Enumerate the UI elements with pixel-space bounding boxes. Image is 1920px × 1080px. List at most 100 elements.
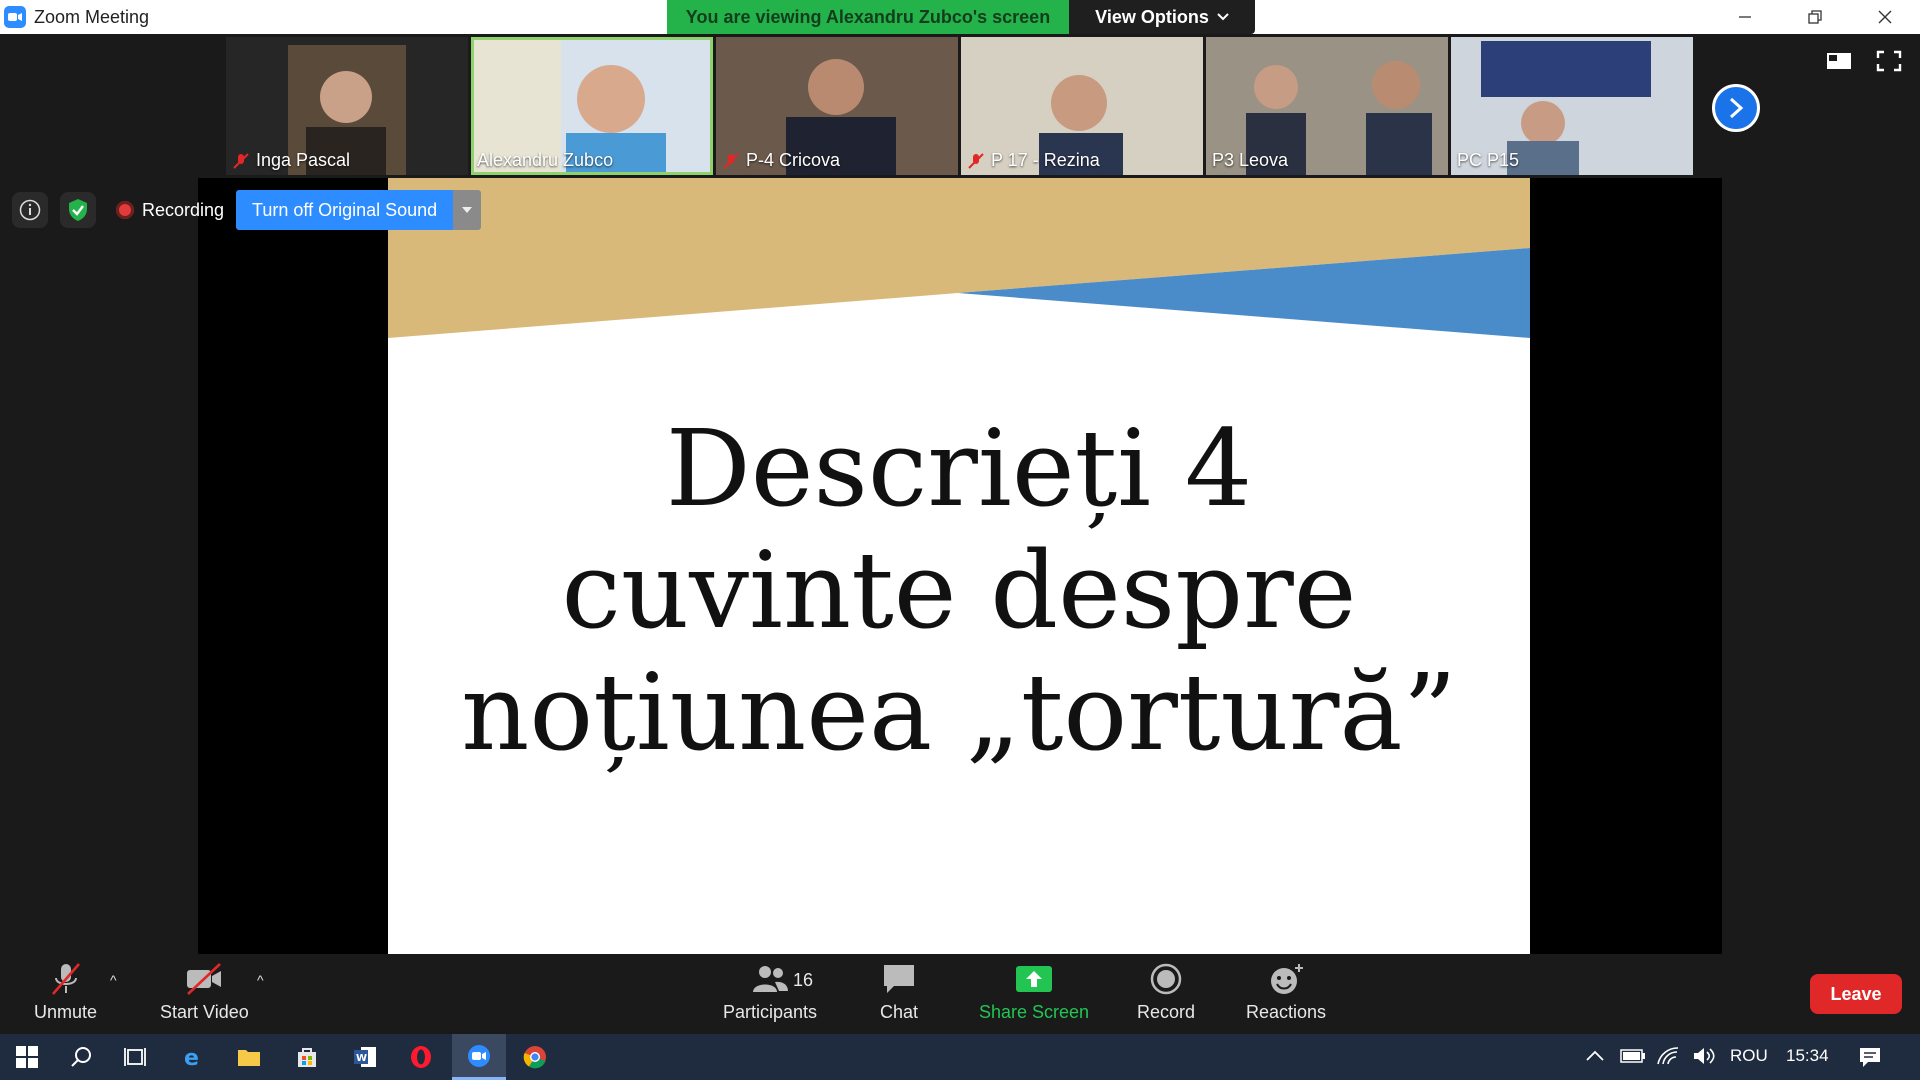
layout-switch-icon[interactable]: [1826, 50, 1852, 72]
start-button[interactable]: [0, 1034, 54, 1080]
taskbar-opera[interactable]: [394, 1034, 448, 1080]
taskbar-edge[interactable]: e: [166, 1034, 220, 1080]
shared-screen: Descrieți 4 cuvinte despre noțiunea „tor…: [198, 178, 1722, 954]
taskbar-store[interactable]: [280, 1034, 334, 1080]
participant-gallery: Inga Pascal Alexandru Zubco P-4 Cricova: [226, 37, 1693, 175]
windows-taskbar: e W ROU 15:34: [0, 1034, 1920, 1080]
leave-button[interactable]: Leave: [1810, 974, 1902, 1014]
fullscreen-icon[interactable]: [1876, 50, 1902, 72]
zoom-icon: [468, 1044, 490, 1067]
participants-icon: [753, 966, 789, 992]
original-sound-button[interactable]: Turn off Original Sound: [236, 190, 454, 230]
edge-browser-icon: e: [184, 1046, 199, 1069]
participant-name: PC P15: [1457, 150, 1520, 170]
participants-label: Participants: [723, 1002, 818, 1022]
chevron-down-icon: [1217, 13, 1229, 21]
taskbar-word[interactable]: W: [338, 1034, 392, 1080]
recording-label: Recording: [142, 199, 225, 220]
folder-icon: [238, 1050, 260, 1066]
restore-button[interactable]: [1780, 0, 1850, 34]
share-screen-label: Share Screen: [979, 1002, 1090, 1022]
slide-title: Descrieți 4 cuvinte despre noțiunea „tor…: [388, 408, 1530, 774]
participant-name: Alexandru Zubco: [477, 150, 614, 170]
reactions-icon: [1271, 964, 1304, 994]
mic-muted-icon: [233, 152, 249, 169]
share-screen-button[interactable]: Share Screen: [979, 962, 1089, 1023]
participant-tile-active-speaker[interactable]: Alexandru Zubco: [471, 37, 713, 175]
restore-icon: [1808, 10, 1822, 24]
participant-tile[interactable]: PC P15: [1451, 37, 1693, 175]
search-button[interactable]: [54, 1034, 108, 1080]
participant-name: P-4 Cricova: [746, 150, 841, 170]
slide-header-banner: [388, 178, 1530, 338]
video-off-icon: [187, 963, 222, 995]
taskbar-file-explorer[interactable]: [222, 1034, 276, 1080]
svg-text:W: W: [356, 1053, 367, 1064]
next-page-button[interactable]: [1712, 84, 1760, 132]
minimize-button[interactable]: [1710, 0, 1780, 34]
view-options-label: View Options: [1095, 6, 1209, 27]
volume-icon[interactable]: [1692, 1046, 1716, 1066]
task-view-button[interactable]: [108, 1034, 162, 1080]
slide-line: cuvinte despre: [561, 529, 1357, 652]
input-language[interactable]: ROU: [1730, 1046, 1768, 1066]
clock[interactable]: 15:34: [1786, 1046, 1829, 1066]
record-button[interactable]: Record: [1137, 962, 1195, 1023]
chat-icon: [884, 965, 915, 993]
recording-indicator-icon: [116, 201, 134, 219]
participant-tile[interactable]: P-4 Cricova: [716, 37, 958, 175]
opera-icon: [411, 1046, 431, 1068]
reactions-button[interactable]: Reactions: [1246, 962, 1326, 1023]
share-screen-icon: [1016, 966, 1053, 992]
mic-muted-icon: [51, 963, 80, 995]
meeting-status-row: Recording Turn off Original Sound: [12, 190, 482, 230]
participant-tile[interactable]: Inga Pascal: [226, 37, 468, 175]
taskbar-chrome[interactable]: [508, 1034, 562, 1080]
unmute-label: Unmute: [34, 1002, 98, 1022]
presentation-slide: Descrieți 4 cuvinte despre noțiunea „tor…: [388, 178, 1530, 954]
minimize-icon: [1739, 16, 1751, 18]
participant-tile[interactable]: P 17 - Rezina: [961, 37, 1203, 175]
mic-muted-icon: [723, 152, 739, 169]
participant-name: Inga Pascal: [256, 150, 351, 170]
wifi-icon[interactable]: [1656, 1046, 1680, 1066]
taskbar-zoom[interactable]: [452, 1034, 506, 1080]
mic-muted-icon: [968, 152, 984, 169]
chat-label: Chat: [880, 1002, 919, 1022]
unmute-button[interactable]: Unmute: [34, 962, 97, 1023]
action-center-icon[interactable]: [1858, 1045, 1882, 1069]
close-button[interactable]: [1850, 0, 1920, 34]
caret-down-icon: [462, 207, 473, 213]
encryption-shield-button[interactable]: [60, 192, 96, 228]
battery-icon[interactable]: [1620, 1048, 1646, 1064]
word-icon: W: [354, 1047, 376, 1067]
record-label: Record: [1137, 1002, 1196, 1022]
task-view-icon: [124, 1048, 146, 1066]
title-bar: Zoom Meeting You are viewing Alexandru Z…: [0, 0, 1920, 34]
video-options-caret[interactable]: ^: [257, 972, 264, 988]
participant-tile[interactable]: P3 Leova: [1206, 37, 1448, 175]
participants-count: 16: [793, 970, 814, 990]
viewing-screen-banner: You are viewing Alexandru Zubco's screen: [667, 0, 1069, 34]
shield-check-icon: [69, 199, 87, 221]
original-sound-dropdown[interactable]: [453, 190, 482, 230]
start-video-button[interactable]: Start Video: [160, 962, 249, 1023]
participant-name: P 17 - Rezina: [991, 150, 1100, 170]
chat-button[interactable]: Chat: [880, 962, 918, 1023]
participant-name: P3 Leova: [1212, 150, 1289, 170]
zoom-app-icon: [4, 6, 26, 28]
meeting-toolbar: Unmute ^ Start Video ^ Participants 16 C…: [0, 954, 1920, 1034]
meeting-info-button[interactable]: [12, 192, 48, 228]
show-hidden-icons-icon[interactable]: [1585, 1048, 1605, 1064]
audio-options-caret[interactable]: ^: [110, 972, 117, 988]
record-icon: [1150, 963, 1182, 995]
slide-line: noțiunea „tortură”: [461, 651, 1457, 774]
svg-text:e: e: [184, 1046, 199, 1069]
info-icon: [19, 199, 41, 221]
windows-logo-icon: [16, 1046, 38, 1068]
view-options-button[interactable]: View Options: [1069, 0, 1255, 34]
chevron-right-icon: [1729, 97, 1744, 119]
start-video-label: Start Video: [160, 1002, 249, 1022]
window-title: Zoom Meeting: [34, 6, 150, 27]
search-icon: [71, 1047, 91, 1067]
